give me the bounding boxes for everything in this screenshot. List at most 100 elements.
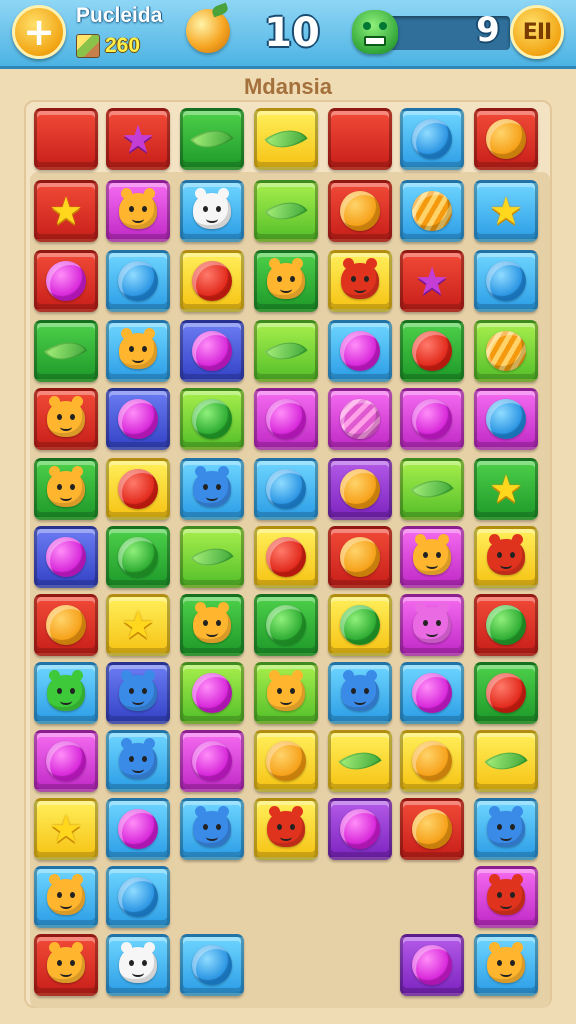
board-tile[interactable] [34,594,98,656]
board-tile[interactable]: ★ [106,108,170,170]
board-tile[interactable] [474,866,538,928]
board-tile[interactable] [180,798,244,860]
board-tile[interactable] [254,730,318,792]
magenta-candy-icon [340,331,380,371]
board-tile[interactable] [180,250,244,312]
board-tile[interactable] [180,662,244,724]
board-tile[interactable] [254,250,318,312]
board-tile[interactable] [328,388,392,450]
board-tile[interactable] [106,388,170,450]
board-tile[interactable]: ★ [34,798,98,860]
board-tile[interactable] [400,730,464,792]
board-tile[interactable] [328,594,392,656]
board-tile[interactable] [328,250,392,312]
board-tile[interactable] [328,180,392,242]
board-tile[interactable] [106,458,170,520]
board-tile[interactable] [474,388,538,450]
board-tile[interactable] [34,458,98,520]
board-tile[interactable] [254,458,318,520]
board-tile[interactable] [328,108,392,170]
board-tile[interactable] [254,526,318,588]
board-tile[interactable] [180,388,244,450]
board-tile[interactable] [400,526,464,588]
board-tile[interactable]: ★ [474,180,538,242]
pause-button[interactable]: EII [510,5,564,59]
board-tile[interactable] [106,730,170,792]
board-tile[interactable]: ★ [474,458,538,520]
board-tile[interactable] [400,594,464,656]
board-tile[interactable] [328,662,392,724]
board-tile[interactable] [254,320,318,382]
orange-creature-icon [47,942,85,983]
board-tile[interactable] [180,320,244,382]
fruit-booster-button[interactable] [186,9,230,53]
board-tile[interactable] [106,798,170,860]
board-tile[interactable] [180,526,244,588]
board-tile[interactable] [34,250,98,312]
board-tile[interactable] [474,250,538,312]
board-tile[interactable] [254,662,318,724]
creature-mouth [60,697,72,705]
red-candy-icon [192,261,232,301]
board-tile[interactable] [106,250,170,312]
board-tile[interactable] [254,108,318,170]
board-tile[interactable] [474,730,538,792]
star-icon: ★ [488,467,524,511]
creature-eye [129,346,134,352]
creature-mouth [206,833,218,841]
board-tile[interactable] [328,730,392,792]
creature-eye [70,688,75,694]
board-tile[interactable] [106,662,170,724]
board-tile[interactable] [400,798,464,860]
board-tile[interactable] [180,594,244,656]
board-tile[interactable] [474,108,538,170]
board-tile[interactable] [180,180,244,242]
board-tile[interactable] [328,798,392,860]
board-tile[interactable] [180,458,244,520]
board-tile[interactable] [400,388,464,450]
board-tile[interactable] [34,108,98,170]
magenta-candy-icon [192,331,232,371]
board-tile[interactable] [400,662,464,724]
board-tile[interactable]: ★ [400,250,464,312]
board-tile[interactable] [254,798,318,860]
board-tile[interactable] [34,320,98,382]
board-tile[interactable] [180,934,244,996]
board-tile[interactable] [474,526,538,588]
board-tile[interactable] [474,934,538,996]
board-tile[interactable] [34,526,98,588]
board-tile[interactable] [34,388,98,450]
board-tile[interactable] [34,730,98,792]
board-tile[interactable] [34,934,98,996]
board-tile[interactable] [180,108,244,170]
board-tile[interactable] [400,108,464,170]
creature-eye [290,824,295,830]
board-tile[interactable] [400,180,464,242]
board-tile[interactable] [106,866,170,928]
board-tile[interactable] [254,388,318,450]
board-tile[interactable] [106,320,170,382]
board-tile[interactable] [328,320,392,382]
board-tile[interactable] [106,180,170,242]
board-tile[interactable] [254,594,318,656]
board-tile[interactable] [400,458,464,520]
board-tile[interactable] [106,934,170,996]
board-tile[interactable] [474,798,538,860]
board-tile[interactable] [474,594,538,656]
board-tile[interactable] [400,934,464,996]
board-tile[interactable] [474,662,538,724]
board-tile[interactable] [180,730,244,792]
board-tile[interactable]: ★ [34,180,98,242]
board-tile[interactable] [254,180,318,242]
board-tile[interactable] [474,320,538,382]
board-tile[interactable]: ★ [106,594,170,656]
board-tile[interactable] [400,320,464,382]
add-coins-button[interactable]: + [12,5,66,59]
orange-creature-icon [119,188,157,229]
board-tile[interactable] [328,526,392,588]
green-candy-icon [118,537,158,577]
board-tile[interactable] [328,458,392,520]
board-tile[interactable] [106,526,170,588]
board-tile[interactable] [34,662,98,724]
board-tile[interactable] [34,866,98,928]
